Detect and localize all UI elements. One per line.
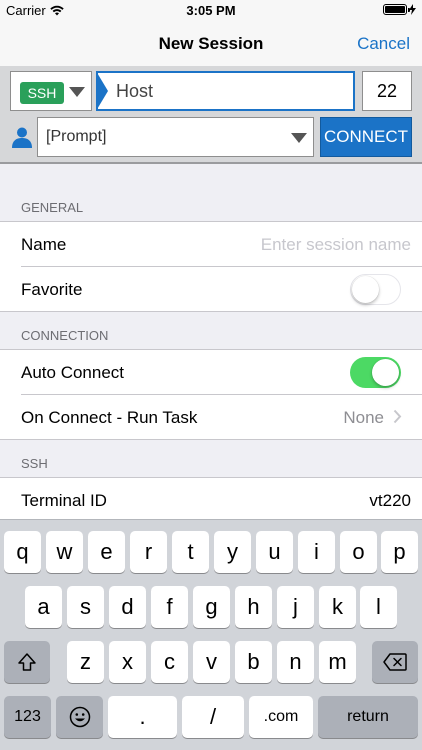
key-n[interactable]: n xyxy=(277,641,314,683)
status-time: 3:05 PM xyxy=(186,3,236,18)
shift-key[interactable] xyxy=(4,641,50,683)
session-name-input[interactable]: Enter session name xyxy=(261,235,411,255)
key-p[interactable]: p xyxy=(381,531,418,573)
section-header-connection: CONNECTION xyxy=(21,328,109,343)
terminal-id-row[interactable]: Terminal ID vt220 xyxy=(0,478,422,523)
status-bar: Carrier 3:05 PM xyxy=(0,0,422,22)
emoji-icon xyxy=(69,706,90,728)
key-w[interactable]: w xyxy=(46,531,83,573)
host-placeholder: Host xyxy=(116,81,154,101)
terminal-id-value: vt220 xyxy=(369,491,411,510)
divider xyxy=(0,439,422,440)
return-key[interactable]: return xyxy=(318,696,418,738)
key-d[interactable]: d xyxy=(109,586,146,628)
key-v[interactable]: v xyxy=(193,641,230,683)
username-select[interactable]: [Prompt] xyxy=(37,117,314,157)
favorite-label: Favorite xyxy=(21,280,83,299)
name-row[interactable]: Name Enter session name xyxy=(0,222,422,267)
section-header-general: GENERAL xyxy=(21,200,84,215)
key-h[interactable]: h xyxy=(235,586,272,628)
key-u[interactable]: u xyxy=(256,531,293,573)
delete-key[interactable] xyxy=(372,641,418,683)
battery-icon xyxy=(383,4,410,15)
focus-marker-icon xyxy=(96,71,108,111)
section-header-ssh: SSH xyxy=(21,456,48,471)
dot-key[interactable]: . xyxy=(108,696,177,738)
user-icon xyxy=(12,127,32,148)
username-value: [Prompt] xyxy=(46,128,107,145)
key-f[interactable]: f xyxy=(151,586,188,628)
key-x[interactable]: x xyxy=(109,641,146,683)
keyboard: q w e r t y u i o p a s d f g h j k l z … xyxy=(0,519,422,750)
key-q[interactable]: q xyxy=(4,531,41,573)
port-input[interactable]: 22 xyxy=(362,71,412,111)
backspace-icon xyxy=(383,653,407,671)
key-z[interactable]: z xyxy=(67,641,104,683)
key-g[interactable]: g xyxy=(193,586,230,628)
key-l[interactable]: l xyxy=(360,586,397,628)
protocol-select[interactable]: SSH xyxy=(10,71,92,111)
key-m[interactable]: m xyxy=(319,641,356,683)
connect-button[interactable]: CONNECT xyxy=(320,117,412,157)
cancel-button[interactable]: Cancel xyxy=(357,34,410,54)
terminal-id-label: Terminal ID xyxy=(21,491,107,510)
host-input[interactable]: Host xyxy=(96,71,355,111)
emoji-key[interactable] xyxy=(56,696,103,738)
toggle-knob xyxy=(372,359,399,386)
protocol-badge: SSH xyxy=(20,82,64,104)
navigation-bar: New Session Cancel xyxy=(0,22,422,66)
key-s[interactable]: s xyxy=(67,586,104,628)
favorite-row: Favorite xyxy=(0,267,422,312)
key-y[interactable]: y xyxy=(214,531,251,573)
key-b[interactable]: b xyxy=(235,641,272,683)
status-right xyxy=(383,4,416,15)
key-o[interactable]: o xyxy=(340,531,377,573)
key-a[interactable]: a xyxy=(25,586,62,628)
shift-icon xyxy=(18,653,36,671)
lightning-icon xyxy=(409,4,416,15)
slash-key[interactable]: / xyxy=(182,696,244,738)
toggle-knob xyxy=(352,275,379,303)
key-e[interactable]: e xyxy=(88,531,125,573)
run-task-row[interactable]: On Connect - Run Task None xyxy=(0,395,422,440)
key-i[interactable]: i xyxy=(298,531,335,573)
key-k[interactable]: k xyxy=(319,586,356,628)
dotcom-key[interactable]: .com xyxy=(249,696,313,738)
run-task-label: On Connect - Run Task xyxy=(21,408,198,427)
auto-connect-row: Auto Connect xyxy=(0,350,422,395)
caret-down-icon xyxy=(69,87,85,97)
name-label: Name xyxy=(21,235,67,254)
key-t[interactable]: t xyxy=(172,531,209,573)
key-j[interactable]: j xyxy=(277,586,314,628)
connection-bar: SSH Host 22 [Prompt] CONNECT xyxy=(0,66,422,164)
key-c[interactable]: c xyxy=(151,641,188,683)
numbers-key[interactable]: 123 xyxy=(4,696,51,738)
divider xyxy=(0,311,422,312)
chevron-right-icon xyxy=(393,409,402,424)
auto-connect-label: Auto Connect xyxy=(21,363,125,382)
caret-down-icon xyxy=(291,133,307,143)
favorite-toggle[interactable] xyxy=(350,274,401,305)
run-task-value: None xyxy=(343,408,384,427)
auto-connect-toggle[interactable] xyxy=(350,357,401,388)
key-r[interactable]: r xyxy=(130,531,167,573)
